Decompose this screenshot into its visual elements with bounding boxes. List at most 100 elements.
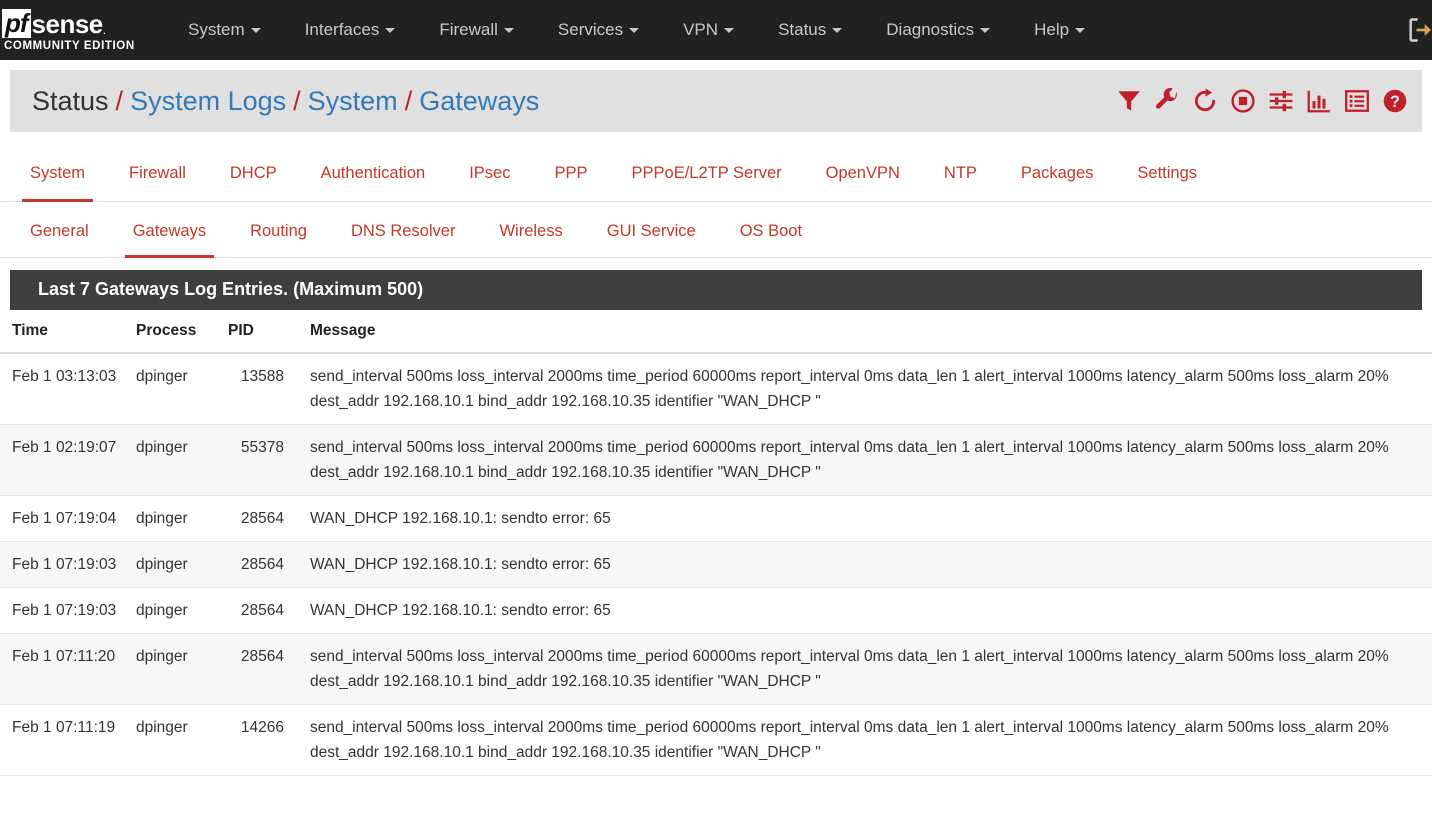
cell-pid: 28564 [228, 587, 292, 634]
subtab-gui-service[interactable]: GUI Service [585, 222, 718, 257]
cell-pid: 13588 [228, 353, 292, 425]
chevron-down-icon [629, 28, 640, 34]
logo-dot: . [102, 22, 107, 37]
chevron-down-icon [503, 28, 514, 34]
secondary-tab-bar: General Gateways Routing DNS Resolver Wi… [0, 202, 1432, 258]
table-row[interactable]: Feb 1 07:19:04 dpinger 28564 WAN_DHCP 19… [0, 495, 1432, 542]
nav-item-firewall[interactable]: Firewall [417, 0, 536, 60]
cell-message: send_interval 500ms loss_interval 2000ms… [292, 633, 1432, 705]
cell-time: Feb 1 07:19:03 [0, 587, 136, 634]
subtab-os-boot[interactable]: OS Boot [718, 222, 824, 257]
subtab-wireless[interactable]: Wireless [477, 222, 584, 257]
pfsense-logo[interactable]: pf sense . COMMUNITY EDITION [2, 9, 138, 52]
tab-packages[interactable]: Packages [999, 164, 1115, 201]
cell-message: WAN_DHCP 192.168.10.1: sendto error: 65 [292, 541, 1432, 588]
cell-time: Feb 1 07:19:03 [0, 541, 136, 588]
nav-label: Interfaces [304, 20, 380, 39]
log-table-head: Time Process PID Message [0, 310, 1432, 354]
breadcrumb-link-system[interactable]: System [308, 86, 398, 117]
nav-label: Diagnostics [886, 20, 975, 39]
refresh-icon[interactable] [1192, 88, 1218, 114]
tab-ipsec[interactable]: IPsec [447, 164, 532, 201]
cell-time: Feb 1 07:11:20 [0, 633, 136, 705]
cell-pid: 28564 [228, 633, 292, 705]
tab-label: GUI Service [606, 222, 696, 240]
subtab-routing[interactable]: Routing [228, 222, 329, 257]
column-header-time[interactable]: Time [0, 310, 136, 354]
cell-message: WAN_DHCP 192.168.10.1: sendto error: 65 [292, 495, 1432, 542]
breadcrumb-link-gateways[interactable]: Gateways [419, 86, 539, 117]
chevron-down-icon [980, 28, 991, 34]
bar-chart-icon[interactable] [1306, 88, 1332, 114]
table-row[interactable]: Feb 1 03:13:03 dpinger 13588 send_interv… [0, 353, 1432, 425]
primary-tab-bar: System Firewall DHCP Authentication IPse… [0, 144, 1432, 202]
tab-label: Gateways [132, 222, 207, 240]
cell-process: dpinger [136, 353, 228, 425]
nav-item-system[interactable]: System [166, 0, 283, 60]
table-row[interactable]: Feb 1 07:11:20 dpinger 28564 send_interv… [0, 633, 1432, 705]
sign-out-icon[interactable] [1405, 16, 1432, 44]
cell-process: dpinger [136, 587, 228, 634]
cell-process: dpinger [136, 633, 228, 705]
table-row[interactable]: Feb 1 07:11:19 dpinger 14266 send_interv… [0, 704, 1432, 776]
nav-label: Help [1034, 20, 1070, 39]
tab-firewall[interactable]: Firewall [107, 164, 208, 201]
cell-time: Feb 1 03:13:03 [0, 353, 136, 425]
subtab-general[interactable]: General [8, 222, 111, 257]
nav-item-help[interactable]: Help [1012, 0, 1107, 60]
tab-pppoe-l2tp-server[interactable]: PPPoE/L2TP Server [610, 164, 804, 201]
pause-icon[interactable] [1230, 88, 1256, 114]
chevron-down-icon [724, 28, 735, 34]
cell-message: send_interval 500ms loss_interval 2000ms… [292, 704, 1432, 776]
nav-label: System [188, 20, 245, 39]
tab-label: Settings [1137, 164, 1198, 182]
tab-ppp[interactable]: PPP [532, 164, 609, 201]
help-icon[interactable]: ? [1382, 88, 1408, 114]
nav-item-diagnostics[interactable]: Diagnostics [864, 0, 1012, 60]
table-row[interactable]: Feb 1 07:19:03 dpinger 28564 WAN_DHCP 19… [0, 587, 1432, 634]
nav-label: VPN [683, 20, 719, 39]
column-header-message[interactable]: Message [292, 310, 1432, 354]
nav-item-interfaces[interactable]: Interfaces [283, 0, 418, 60]
subtab-dns-resolver[interactable]: DNS Resolver [329, 222, 478, 257]
breadcrumb-link-system-logs[interactable]: System Logs [130, 86, 286, 117]
breadcrumb-separator: / [404, 85, 413, 116]
top-navbar: pf sense . COMMUNITY EDITION System Inte… [0, 0, 1432, 60]
tab-ntp[interactable]: NTP [922, 164, 999, 201]
cell-message: send_interval 500ms loss_interval 2000ms… [292, 424, 1432, 496]
tab-system[interactable]: System [8, 164, 107, 202]
main-menu: System Interfaces Firewall Services VPN … [166, 0, 1107, 60]
nav-label: Services [557, 20, 624, 39]
breadcrumb-separator: / [293, 85, 301, 116]
sliders-icon[interactable] [1268, 88, 1294, 114]
tab-dhcp[interactable]: DHCP [208, 164, 299, 201]
tab-label: General [30, 222, 89, 240]
cell-time: Feb 1 02:19:07 [0, 424, 136, 496]
chevron-down-icon [832, 28, 843, 34]
panel-title: Last 7 Gateways Log Entries. (Maximum 50… [10, 270, 1422, 310]
list-icon[interactable] [1344, 88, 1370, 114]
filter-icon[interactable] [1116, 88, 1142, 114]
chevron-down-icon [385, 28, 396, 34]
tab-label: IPsec [469, 164, 511, 182]
cell-pid: 55378 [228, 424, 292, 496]
column-header-process[interactable]: Process [136, 310, 228, 354]
log-table: Time Process PID Message Feb 1 03:13:03 … [0, 310, 1432, 776]
tab-openvpn[interactable]: OpenVPN [804, 164, 922, 201]
nav-item-services[interactable]: Services [536, 0, 661, 60]
subtab-gateways[interactable]: Gateways [111, 222, 228, 258]
tab-label: PPP [554, 164, 588, 182]
nav-item-status[interactable]: Status [756, 0, 864, 60]
tab-settings[interactable]: Settings [1115, 164, 1219, 201]
column-header-pid[interactable]: PID [228, 310, 292, 354]
cell-time: Feb 1 07:11:19 [0, 704, 136, 776]
table-row[interactable]: Feb 1 02:19:07 dpinger 55378 send_interv… [0, 424, 1432, 496]
nav-item-vpn[interactable]: VPN [661, 0, 756, 60]
nav-label: Firewall [439, 20, 498, 39]
tab-label: System [30, 164, 86, 182]
table-row[interactable]: Feb 1 07:19:03 dpinger 28564 WAN_DHCP 19… [0, 541, 1432, 588]
breadcrumb: Status / System Logs / System / Gateways [32, 86, 539, 117]
wrench-icon[interactable] [1154, 88, 1180, 114]
cell-pid: 28564 [228, 541, 292, 588]
tab-authentication[interactable]: Authentication [299, 164, 448, 201]
